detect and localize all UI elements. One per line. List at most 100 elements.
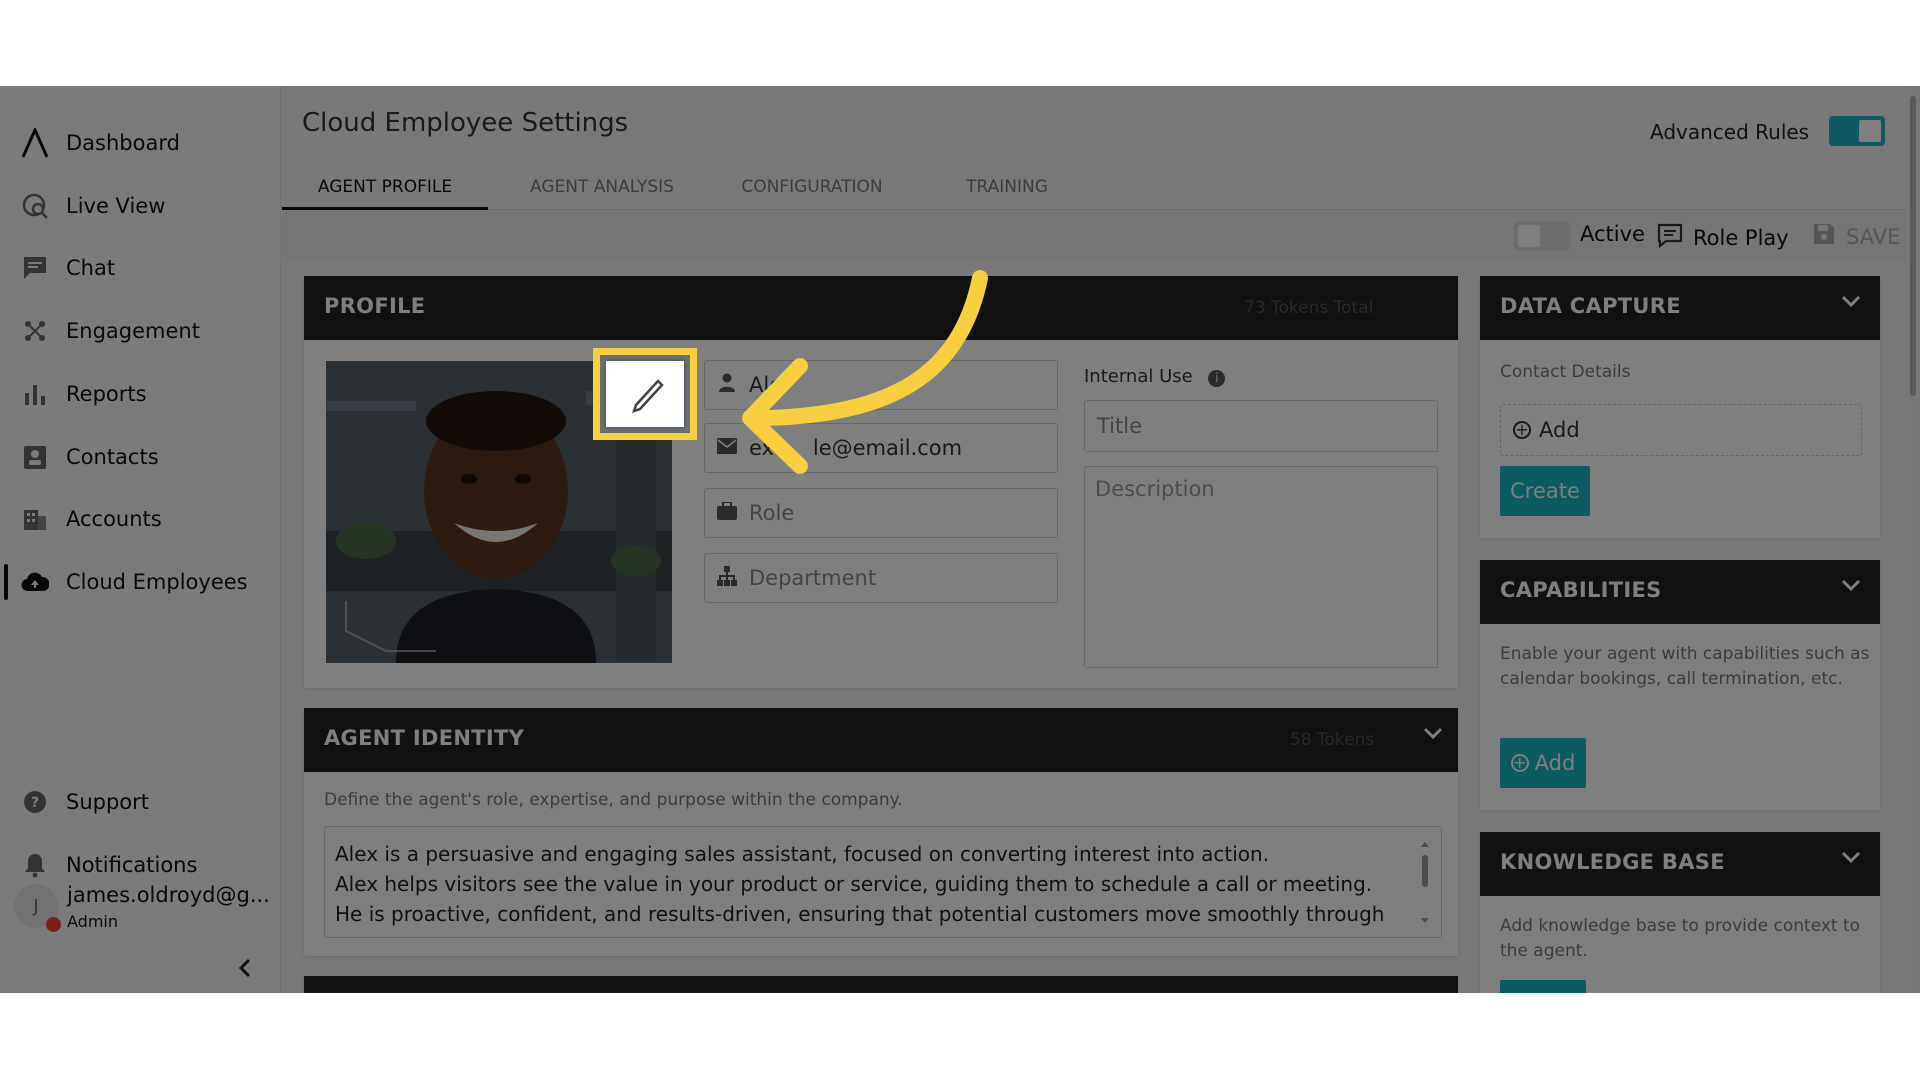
sidebar-item-live-view[interactable]: Live View xyxy=(20,186,165,226)
chevron-down-icon[interactable] xyxy=(1840,846,1862,874)
main-content: Cloud Employee Settings Advanced Rules A… xyxy=(282,86,1920,993)
sidebar-item-label: Engagement xyxy=(66,319,200,343)
reports-icon xyxy=(20,379,50,409)
save-button[interactable]: SAVE xyxy=(1812,222,1900,252)
capabilities-desc: Enable your agent with capabilities such… xyxy=(1500,642,1870,692)
sidebar-item-support[interactable]: ? Support xyxy=(20,782,149,822)
add-capability-button[interactable]: + Add xyxy=(1500,738,1586,788)
edit-photo-highlight[interactable] xyxy=(593,348,697,440)
sidebar-item-dashboard[interactable]: Dashboard xyxy=(20,123,180,163)
page-scrollbar[interactable] xyxy=(1906,86,1920,993)
contacts-icon xyxy=(20,442,50,472)
save-label: SAVE xyxy=(1846,225,1900,249)
sidebar-item-label: Notifications xyxy=(66,853,197,877)
sidebar-item-reports[interactable]: Reports xyxy=(20,374,147,414)
tab-bar: AGENT PROFILE AGENT ANALYSIS CONFIGURATI… xyxy=(282,164,1920,210)
add-label: Add xyxy=(1535,751,1576,775)
chat-icon xyxy=(20,253,50,283)
agent-identity-title: AGENT IDENTITY xyxy=(324,726,524,750)
help-icon: ? xyxy=(20,787,50,817)
internal-use-label: Internal Use i xyxy=(1084,366,1225,387)
active-indicator xyxy=(4,564,8,600)
chevron-down-icon[interactable] xyxy=(1840,290,1862,318)
data-capture-panel: DATA CAPTURE Contact Details + Add Creat… xyxy=(1480,276,1880,538)
sidebar-item-label: Support xyxy=(66,790,149,814)
sidebar: Dashboard Live View Chat Engagement Repo… xyxy=(0,86,281,993)
advanced-rules-toggle[interactable] xyxy=(1829,116,1885,146)
sidebar-item-engagement[interactable]: Engagement xyxy=(20,311,200,351)
knowledge-base-desc: Add knowledge base to provide context to… xyxy=(1500,914,1870,964)
chevron-down-icon[interactable] xyxy=(1840,574,1862,602)
capabilities-title: CAPABILITIES xyxy=(1500,578,1662,602)
save-icon xyxy=(1812,222,1836,252)
sidebar-item-accounts[interactable]: Accounts xyxy=(20,499,162,539)
identity-line: He is proactive, confident, and results-… xyxy=(335,899,1391,929)
toggle-knob xyxy=(1859,120,1881,142)
capabilities-header[interactable]: CAPABILITIES xyxy=(1480,560,1880,624)
tab-agent-profile[interactable]: AGENT PROFILE xyxy=(282,164,488,210)
chevron-down-icon[interactable] xyxy=(1422,722,1444,750)
agent-identity-textarea[interactable]: Alex is a persuasive and engaging sales … xyxy=(324,826,1442,938)
toolbar: Active Role Play SAVE xyxy=(282,210,1920,262)
agent-identity-panel: AGENT IDENTITY 58 Tokens Define the agen… xyxy=(304,708,1458,956)
plus-circle-icon: + xyxy=(1511,754,1529,772)
agent-identity-tokens: 58 Tokens xyxy=(1290,730,1374,750)
bell-icon xyxy=(20,850,50,880)
knowledge-base-title: KNOWLEDGE BASE xyxy=(1500,850,1725,874)
sidebar-item-cloud-employees[interactable]: Cloud Employees xyxy=(20,562,248,602)
speech-bubble-icon xyxy=(1657,222,1683,254)
title-placeholder: Title xyxy=(1097,414,1142,438)
sidebar-item-chat[interactable]: Chat xyxy=(20,248,115,288)
collapse-sidebar-icon[interactable] xyxy=(237,956,253,986)
profile-tokens: 73 Tokens Total xyxy=(1244,298,1373,318)
add-knowledge-button[interactable] xyxy=(1500,980,1586,993)
sidebar-item-label: Reports xyxy=(66,382,147,406)
sidebar-item-label: Chat xyxy=(66,256,115,280)
contact-details-label: Contact Details xyxy=(1500,360,1630,385)
status-dot xyxy=(46,917,61,932)
role-play-button[interactable]: Role Play xyxy=(1657,222,1789,254)
knowledge-base-header[interactable]: KNOWLEDGE BASE xyxy=(1480,832,1880,896)
identity-line: Alex helps visitors see the value in you… xyxy=(335,869,1391,899)
department-placeholder: Department xyxy=(749,566,876,590)
title-field[interactable]: Title xyxy=(1084,400,1438,452)
active-label: Active xyxy=(1580,222,1645,246)
add-label: Add xyxy=(1539,418,1580,442)
org-chart-icon xyxy=(717,566,737,591)
arrow-annotation xyxy=(700,266,1020,546)
textarea-scrollbar[interactable] xyxy=(1419,841,1431,925)
info-icon[interactable]: i xyxy=(1208,370,1225,387)
department-field[interactable]: Department xyxy=(704,553,1058,603)
sidebar-item-label: Dashboard xyxy=(66,131,180,155)
capabilities-panel: CAPABILITIES Enable your agent with capa… xyxy=(1480,560,1880,810)
data-capture-title: DATA CAPTURE xyxy=(1500,294,1681,318)
engagement-icon xyxy=(20,316,50,346)
live-view-icon xyxy=(20,191,50,221)
tab-agent-analysis[interactable]: AGENT ANALYSIS xyxy=(502,164,702,210)
active-toggle[interactable] xyxy=(1514,221,1570,251)
cloud-icon xyxy=(20,567,50,597)
sidebar-item-label: Live View xyxy=(66,194,165,218)
add-contact-field-button[interactable]: + Add xyxy=(1500,404,1862,456)
sidebar-item-notifications[interactable]: Notifications xyxy=(20,845,197,885)
next-panel-header xyxy=(304,976,1458,993)
tab-training[interactable]: TRAINING xyxy=(922,164,1092,210)
description-field[interactable]: Description xyxy=(1084,466,1438,668)
create-button[interactable]: Create xyxy=(1500,466,1590,516)
user-role: Admin xyxy=(67,912,118,931)
data-capture-header[interactable]: DATA CAPTURE xyxy=(1480,276,1880,340)
knowledge-base-panel: KNOWLEDGE BASE Add knowledge base to pro… xyxy=(1480,832,1880,993)
accounts-icon xyxy=(20,504,50,534)
pencil-icon xyxy=(606,361,684,427)
agent-identity-header[interactable]: AGENT IDENTITY 58 Tokens xyxy=(304,708,1458,772)
scrollbar-thumb[interactable] xyxy=(1910,96,1916,396)
agent-identity-hint: Define the agent's role, expertise, and … xyxy=(324,788,903,813)
profile-title: PROFILE xyxy=(324,294,425,318)
user-email[interactable]: james.oldroyd@g... xyxy=(67,883,270,907)
sidebar-item-label: Cloud Employees xyxy=(66,570,248,594)
edit-photo-button[interactable] xyxy=(606,361,684,427)
svg-text:?: ? xyxy=(31,795,39,811)
tab-configuration[interactable]: CONFIGURATION xyxy=(712,164,912,210)
sidebar-item-contacts[interactable]: Contacts xyxy=(20,437,159,477)
toggle-knob xyxy=(1518,225,1540,247)
